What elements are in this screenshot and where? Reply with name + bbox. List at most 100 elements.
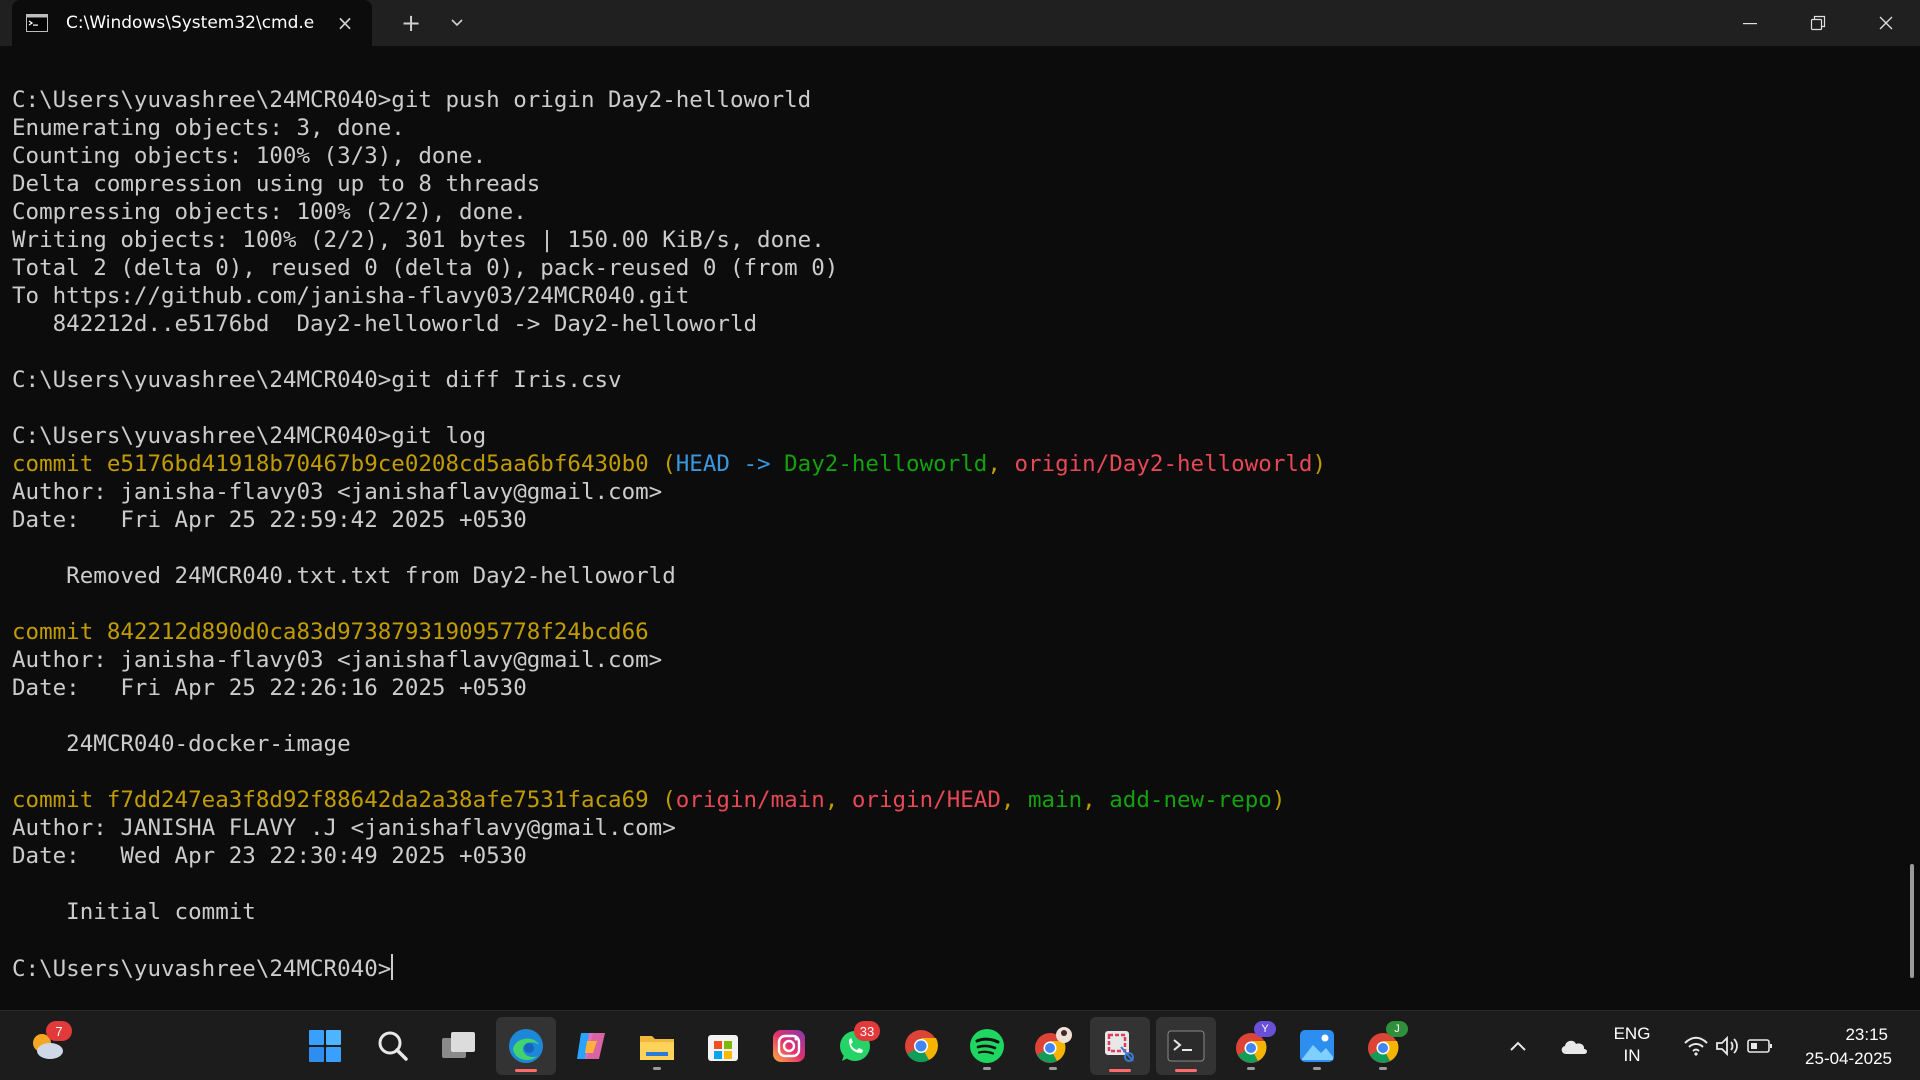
window-controls bbox=[1716, 0, 1920, 46]
console-text: Counting objects: 100% (3/3), done. bbox=[12, 143, 487, 169]
chrome-icon bbox=[905, 1030, 938, 1063]
minimize-button[interactable] bbox=[1716, 0, 1784, 46]
console-line: Writing objects: 100% (2/2), 301 bytes |… bbox=[12, 226, 1326, 254]
file-explorer-indicator bbox=[653, 1067, 661, 1070]
taskbar: 7 33 Y J ENG IN 23:15 25-04-2025 bbox=[0, 1010, 1920, 1080]
tray-quick-settings[interactable] bbox=[1668, 1019, 1788, 1073]
clock-date: 25-04-2025 bbox=[1805, 1049, 1892, 1068]
console-line: C:\Users\yuvashree\24MCR040>git log bbox=[12, 422, 1326, 450]
taskbar-chrome-profile-j[interactable]: J bbox=[1356, 1019, 1410, 1073]
console-text: C:\Users\yuvashree\24MCR040> bbox=[12, 956, 392, 982]
console-line: commit f7dd247ea3f8d92f88642da2a38afe753… bbox=[12, 786, 1326, 814]
console-text: commit f7dd247ea3f8d92f88642da2a38afe753… bbox=[12, 787, 676, 813]
console-line: Total 2 (delta 0), reused 0 (delta 0), p… bbox=[12, 254, 1326, 282]
close-tab-icon[interactable]: × bbox=[330, 11, 360, 35]
wifi-icon bbox=[1684, 1036, 1708, 1056]
console-line: C:\Users\yuvashree\24MCR040> bbox=[12, 954, 1326, 982]
console-text: Delta compression using up to 8 threads bbox=[12, 171, 541, 197]
console-text: HEAD -> bbox=[675, 451, 785, 477]
text-cursor bbox=[391, 954, 394, 980]
console-line: Date: Fri Apr 25 22:59:42 2025 +0530 bbox=[12, 506, 1326, 534]
snipping-tool-icon bbox=[1105, 1031, 1134, 1062]
edge-active-indicator bbox=[515, 1069, 537, 1072]
taskbar-instagram[interactable] bbox=[762, 1019, 816, 1073]
console-text: , bbox=[987, 451, 1015, 477]
photos-indicator bbox=[1313, 1067, 1321, 1070]
taskbar-weather[interactable]: 7 bbox=[20, 1019, 74, 1073]
taskbar-copilot[interactable] bbox=[564, 1019, 618, 1073]
language-region: IN bbox=[1623, 1046, 1641, 1065]
restore-button[interactable] bbox=[1784, 0, 1852, 46]
store-icon bbox=[708, 1035, 738, 1061]
taskbar-start[interactable] bbox=[298, 1019, 352, 1073]
console-line: C:\Users\yuvashree\24MCR040>git push ori… bbox=[12, 86, 1326, 114]
console-scrollbar[interactable] bbox=[1910, 864, 1914, 978]
console-text: , bbox=[824, 787, 852, 813]
console-text: Author: janisha-flavy03 <janishaflavy@gm… bbox=[12, 647, 663, 673]
console-text: 842212d..e5176bd Day2-helloworld -> Day2… bbox=[12, 311, 758, 337]
file-explorer-icon bbox=[640, 1036, 674, 1060]
console-text: ) bbox=[1312, 451, 1326, 477]
console-line: To https://github.com/janisha-flavy03/24… bbox=[12, 282, 1326, 310]
language-code: ENG bbox=[1613, 1024, 1651, 1043]
console-text: Writing objects: 100% (2/2), 301 bytes |… bbox=[12, 227, 825, 253]
taskbar-store[interactable] bbox=[696, 1019, 750, 1073]
console-line: Date: Wed Apr 23 22:30:49 2025 +0530 bbox=[12, 842, 1326, 870]
console-text: ) bbox=[1271, 787, 1286, 813]
volume-icon bbox=[1716, 1035, 1738, 1057]
taskbar-chrome[interactable] bbox=[894, 1019, 948, 1073]
console-text: commit e5176bd41918b70467b9ce0208cd5aa6b… bbox=[12, 451, 676, 477]
title-bar: C:\Windows\System32\cmd.e × + bbox=[0, 0, 1920, 46]
taskbar-search[interactable] bbox=[366, 1019, 420, 1073]
close-window-button[interactable] bbox=[1852, 0, 1920, 46]
console-text: Total 2 (delta 0), reused 0 (delta 0), p… bbox=[12, 255, 839, 281]
console-text: Removed 24MCR040.txt.txt from Day2-hello… bbox=[12, 563, 676, 589]
console-line: 842212d..e5176bd Day2-helloworld -> Day2… bbox=[12, 310, 1326, 338]
snipping-tool-indicator bbox=[1109, 1069, 1131, 1072]
tab-cmd[interactable]: C:\Windows\System32\cmd.e × bbox=[12, 0, 372, 46]
tray-onedrive[interactable] bbox=[1550, 1019, 1598, 1073]
chrome-profile-j-badge: J bbox=[1386, 1021, 1408, 1037]
taskbar-whatsapp[interactable]: 33 bbox=[828, 1019, 882, 1073]
console-text: , bbox=[1000, 787, 1028, 813]
console-line: commit e5176bd41918b70467b9ce0208cd5aa6b… bbox=[12, 450, 1326, 478]
console-text: Initial commit bbox=[12, 899, 256, 925]
console-text: C:\Users\yuvashree\24MCR040>git push ori… bbox=[12, 87, 812, 113]
new-tab-button[interactable]: + bbox=[388, 0, 434, 46]
console-line: Author: janisha-flavy03 <janishaflavy@gm… bbox=[12, 478, 1326, 506]
taskbar-edge[interactable] bbox=[496, 1017, 556, 1075]
console-line: Counting objects: 100% (3/3), done. bbox=[12, 142, 1326, 170]
console-output[interactable]: C:\Users\yuvashree\24MCR040>git push ori… bbox=[0, 46, 1906, 1010]
instagram-icon bbox=[773, 1030, 805, 1062]
minimize-icon bbox=[1743, 23, 1757, 25]
console-text: To https://github.com/janisha-flavy03/24… bbox=[12, 283, 690, 309]
taskbar-snipping-tool[interactable] bbox=[1090, 1017, 1150, 1075]
console-text: main bbox=[1027, 787, 1083, 813]
clock-time: 23:15 bbox=[1845, 1025, 1888, 1044]
taskbar-chrome-profile[interactable] bbox=[1026, 1019, 1080, 1073]
taskbar-terminal[interactable] bbox=[1156, 1017, 1216, 1075]
photos-icon bbox=[1300, 1030, 1334, 1062]
tray-overflow-button[interactable] bbox=[1498, 1019, 1538, 1073]
console-line: 24MCR040-docker-image bbox=[12, 730, 1326, 758]
terminal-indicator bbox=[1175, 1069, 1197, 1072]
tab-dropdown-button[interactable] bbox=[434, 0, 480, 46]
clock[interactable]: 23:15 25-04-2025 bbox=[1780, 1023, 1900, 1071]
battery-icon bbox=[1747, 1039, 1772, 1053]
console-text: origin/main bbox=[675, 787, 825, 813]
chrome-profile-y-indicator bbox=[1247, 1067, 1255, 1070]
taskbar-chrome-profile-y[interactable]: Y bbox=[1224, 1019, 1278, 1073]
taskbar-photos[interactable] bbox=[1290, 1019, 1344, 1073]
taskbar-file-explorer[interactable] bbox=[630, 1019, 684, 1073]
language-indicator[interactable]: ENG IN bbox=[1604, 1023, 1660, 1067]
taskbar-task-view[interactable] bbox=[432, 1019, 486, 1073]
console-text: Author: JANISHA FLAVY .J <janishaflavy@g… bbox=[12, 815, 676, 841]
chrome-profile-indicator bbox=[1049, 1067, 1057, 1070]
console-text: Date: Fri Apr 25 22:59:42 2025 +0530 bbox=[12, 507, 527, 533]
taskbar-spotify[interactable] bbox=[960, 1019, 1014, 1073]
